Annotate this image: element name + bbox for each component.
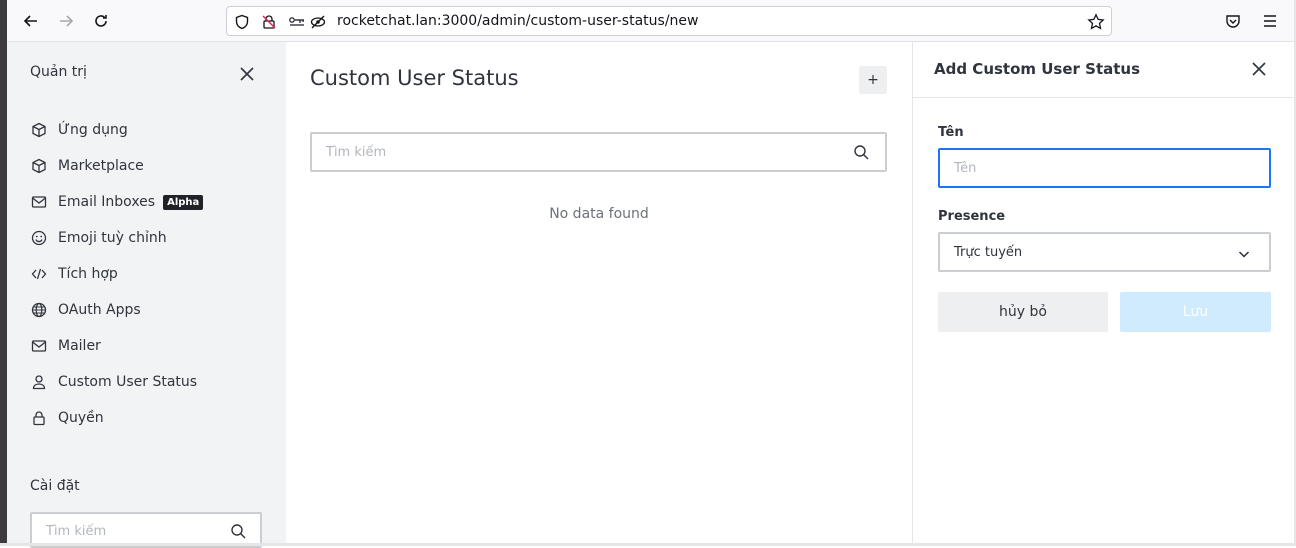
- sidebar-item-label: OAuth Apps: [58, 302, 141, 318]
- alpha-badge: Alpha: [163, 194, 204, 210]
- main-content: Custom User Status + Tìm kiếm No data fo…: [286, 42, 912, 543]
- empty-state-text: No data found: [549, 206, 649, 222]
- add-button[interactable]: +: [859, 66, 887, 94]
- save-button[interactable]: Lưu: [1120, 292, 1271, 332]
- browser-toolbar: rocketchat.lan:3000/admin/custom-user-st…: [7, 0, 1294, 42]
- panel-header: Add Custom User Status: [913, 42, 1295, 98]
- sidebar-item-label: Marketplace: [58, 158, 144, 174]
- presence-value: Trực tuyến: [954, 245, 1023, 260]
- search-input[interactable]: Tìm kiếm: [310, 132, 887, 172]
- sidebar-item-label: Emoji tuỳ chỉnh: [58, 230, 167, 246]
- cube-icon: [30, 157, 48, 175]
- close-icon[interactable]: [237, 64, 257, 84]
- screen: rocketchat.lan:3000/admin/custom-user-st…: [0, 0, 1296, 548]
- cube-icon: [30, 121, 48, 139]
- presence-select[interactable]: Trực tuyến: [938, 232, 1271, 272]
- sidebar-item-apps[interactable]: Ứng dụng: [30, 116, 270, 144]
- shield-icon[interactable]: [233, 13, 251, 31]
- sidebar-item-custom-emoji[interactable]: Emoji tuỳ chỉnh: [30, 224, 270, 252]
- sidebar-item-label: Ứng dụng: [58, 122, 128, 138]
- sidebar-item-label: Custom User Status: [58, 374, 198, 390]
- insecure-lock-icon[interactable]: [260, 13, 278, 31]
- admin-sidebar: Quản trị Ứng dụng Marketplace Email Inbo…: [7, 42, 286, 548]
- url-bar[interactable]: rocketchat.lan:3000/admin/custom-user-st…: [226, 6, 1112, 36]
- sidebar-item-permissions[interactable]: Quyền: [30, 404, 270, 432]
- name-label: Tên: [938, 125, 964, 140]
- desktop-edge: [0, 0, 7, 546]
- mail-icon: [30, 193, 48, 211]
- sidebar-item-custom-user-status[interactable]: Custom User Status: [30, 368, 270, 396]
- reload-icon[interactable]: [89, 9, 113, 33]
- sidebar-item-label: Tích hợp: [58, 266, 118, 282]
- name-placeholder: Tên: [954, 161, 977, 176]
- pocket-icon[interactable]: [1221, 9, 1245, 33]
- chevron-down-icon: [1237, 246, 1251, 265]
- sidebar-item-label: Email Inboxes: [58, 194, 156, 210]
- name-field[interactable]: Tên: [938, 148, 1271, 188]
- url-text[interactable]: rocketchat.lan:3000/admin/custom-user-st…: [337, 13, 698, 29]
- sidebar-title: Quản trị: [30, 64, 87, 80]
- sidebar-item-mailer[interactable]: Mailer: [30, 332, 270, 360]
- sidebar-item-label: Quyền: [58, 410, 104, 426]
- panel-title: Add Custom User Status: [934, 60, 1141, 78]
- code-icon: [30, 265, 48, 283]
- cancel-button[interactable]: hủy bỏ: [938, 292, 1108, 332]
- add-status-panel: Add Custom User Status Tên Tên Presence …: [912, 42, 1295, 543]
- bookmark-star-icon[interactable]: [1087, 13, 1105, 31]
- presence-label: Presence: [938, 209, 1006, 224]
- close-icon[interactable]: [1249, 59, 1269, 79]
- user-icon: [30, 373, 48, 391]
- sidebar-item-marketplace[interactable]: Marketplace: [30, 152, 270, 180]
- globe-icon: [30, 301, 48, 319]
- tracking-protection-icon[interactable]: [309, 13, 327, 31]
- permissions-icon[interactable]: [288, 13, 306, 31]
- settings-section-title: Cài đặt: [30, 478, 80, 494]
- sidebar-item-email-inboxes[interactable]: Email Inboxes Alpha: [30, 188, 270, 216]
- search-placeholder: Tìm kiếm: [326, 145, 387, 160]
- mail-icon: [30, 337, 48, 355]
- emoji-icon: [30, 229, 48, 247]
- page-title: Custom User Status: [310, 66, 519, 90]
- sidebar-item-oauth-apps[interactable]: OAuth Apps: [30, 296, 270, 324]
- forward-icon[interactable]: [54, 9, 78, 33]
- search-icon: [853, 144, 869, 164]
- lock-icon: [30, 409, 48, 427]
- sidebar-item-integrations[interactable]: Tích hợp: [30, 260, 270, 288]
- search-icon: [230, 523, 246, 543]
- app-menu-icon[interactable]: [1258, 9, 1282, 33]
- search-placeholder: Tìm kiếm: [46, 524, 107, 539]
- sidebar-item-label: Mailer: [58, 338, 101, 354]
- back-icon[interactable]: [19, 9, 43, 33]
